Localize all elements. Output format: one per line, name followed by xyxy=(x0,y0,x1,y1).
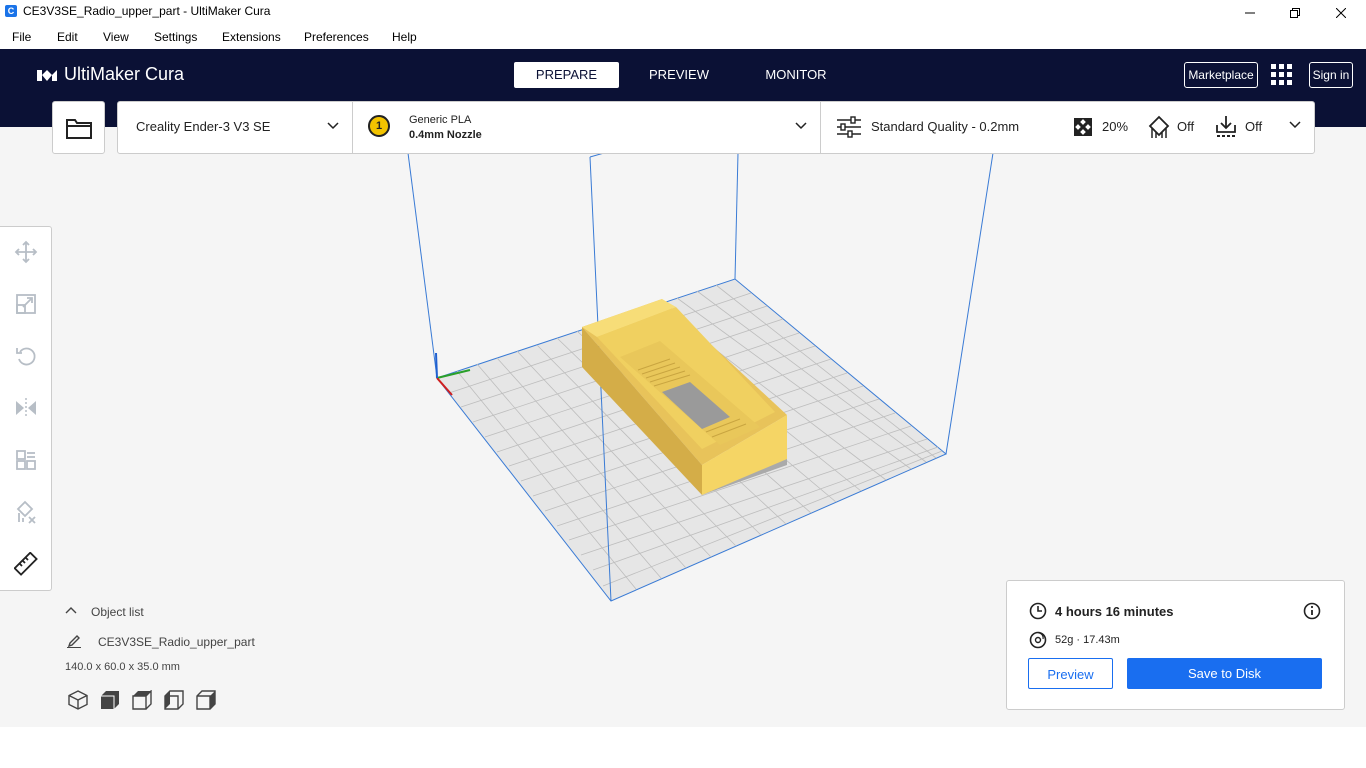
support-value[interactable]: Off xyxy=(1177,119,1194,134)
nozzle-size[interactable]: 0.4mm Nozzle xyxy=(409,129,482,141)
adhesion-icon xyxy=(1216,116,1236,137)
open-file-button[interactable] xyxy=(52,101,105,154)
rotate-tool-icon[interactable] xyxy=(14,344,38,368)
logo-text: UltiMaker Cura xyxy=(64,64,185,84)
infill-icon xyxy=(1074,118,1092,136)
settings-sliders-icon[interactable] xyxy=(836,116,862,138)
save-to-disk-button[interactable]: Save to Disk xyxy=(1127,658,1322,689)
divider xyxy=(352,102,353,153)
object-dimensions: 140.0 x 60.0 x 35.0 mm xyxy=(65,661,180,673)
chevron-up-icon[interactable] xyxy=(65,605,77,617)
material-name[interactable]: Generic PLA xyxy=(409,114,471,126)
print-settings-chevron-down-icon[interactable] xyxy=(1289,119,1301,131)
sign-in-button[interactable]: Sign in xyxy=(1309,62,1353,88)
menu-bar: File Edit View Settings Extensions Prefe… xyxy=(0,25,1366,49)
per-model-settings-icon[interactable] xyxy=(14,448,38,472)
cura-app-icon: C xyxy=(5,5,17,17)
3d-view-icon[interactable] xyxy=(68,690,88,710)
window-title: CE3V3SE_Radio_upper_part - UltiMaker Cur… xyxy=(23,4,271,18)
minimize-button[interactable] xyxy=(1227,0,1273,25)
divider xyxy=(820,102,821,153)
menu-preferences[interactable]: Preferences xyxy=(304,30,369,44)
menu-settings[interactable]: Settings xyxy=(154,30,197,44)
marketplace-button[interactable]: Marketplace xyxy=(1184,62,1258,88)
preview-button[interactable]: Preview xyxy=(1028,658,1113,689)
mirror-tool-icon[interactable] xyxy=(14,396,38,420)
menu-view[interactable]: View xyxy=(103,30,129,44)
restore-button[interactable] xyxy=(1272,0,1318,25)
infill-value[interactable]: 20% xyxy=(1102,119,1128,134)
measure-tool-icon[interactable] xyxy=(14,552,38,576)
front-view-icon[interactable] xyxy=(100,690,120,710)
restore-icon xyxy=(1290,7,1300,18)
bottom-strip xyxy=(0,727,1366,768)
quality-profile[interactable]: Standard Quality - 0.2mm xyxy=(871,119,1019,134)
pencil-icon[interactable] xyxy=(67,634,81,648)
printer-chevron-down-icon[interactable] xyxy=(327,120,339,132)
close-button[interactable] xyxy=(1318,0,1364,25)
menu-help[interactable]: Help xyxy=(392,30,417,44)
print-time: 4 hours 16 minutes xyxy=(1055,604,1174,619)
ultimaker-logo: UltiMaker Cura xyxy=(36,64,184,85)
title-bar: C CE3V3SE_Radio_upper_part - UltiMaker C… xyxy=(0,0,1366,25)
adhesion-value[interactable]: Off xyxy=(1245,119,1262,134)
extruder-badge: 1 xyxy=(368,115,390,137)
folder-icon xyxy=(65,118,92,139)
tab-monitor[interactable]: MONITOR xyxy=(746,62,846,88)
spool-icon xyxy=(1029,631,1047,649)
support-icon xyxy=(1148,115,1170,138)
apps-grid-icon[interactable] xyxy=(1271,64,1293,91)
z-axis-indicator xyxy=(435,352,438,379)
left-view-icon[interactable] xyxy=(164,690,184,710)
tab-prepare[interactable]: PREPARE xyxy=(514,62,619,88)
close-icon xyxy=(1336,7,1346,18)
top-view-icon[interactable] xyxy=(132,690,152,710)
support-blocker-icon[interactable] xyxy=(14,500,38,524)
right-view-icon[interactable] xyxy=(196,690,216,710)
material-usage: 52g · 17.43m xyxy=(1055,634,1120,646)
tool-panel xyxy=(0,226,52,591)
info-icon[interactable] xyxy=(1303,602,1321,620)
material-chevron-down-icon[interactable] xyxy=(795,120,807,132)
scale-tool-icon[interactable] xyxy=(14,292,38,316)
ultimaker-mark-icon xyxy=(37,69,57,81)
print-setup-bar: Creality Ender-3 V3 SE 1 Generic PLA 0.4… xyxy=(117,101,1315,154)
object-list-header[interactable]: Object list xyxy=(91,605,144,619)
minimize-icon xyxy=(1245,12,1255,13)
object-name[interactable]: CE3V3SE_Radio_upper_part xyxy=(98,635,255,649)
move-tool-icon[interactable] xyxy=(14,240,38,264)
menu-extensions[interactable]: Extensions xyxy=(222,30,281,44)
tab-preview[interactable]: PREVIEW xyxy=(630,62,728,88)
print-estimate-panel: 4 hours 16 minutes 52g · 17.43m Preview … xyxy=(1006,580,1345,710)
menu-edit[interactable]: Edit xyxy=(57,30,78,44)
view-orientation-buttons xyxy=(65,690,225,714)
clock-icon xyxy=(1029,602,1047,620)
printer-selector[interactable]: Creality Ender-3 V3 SE xyxy=(136,119,270,134)
menu-file[interactable]: File xyxy=(12,30,31,44)
